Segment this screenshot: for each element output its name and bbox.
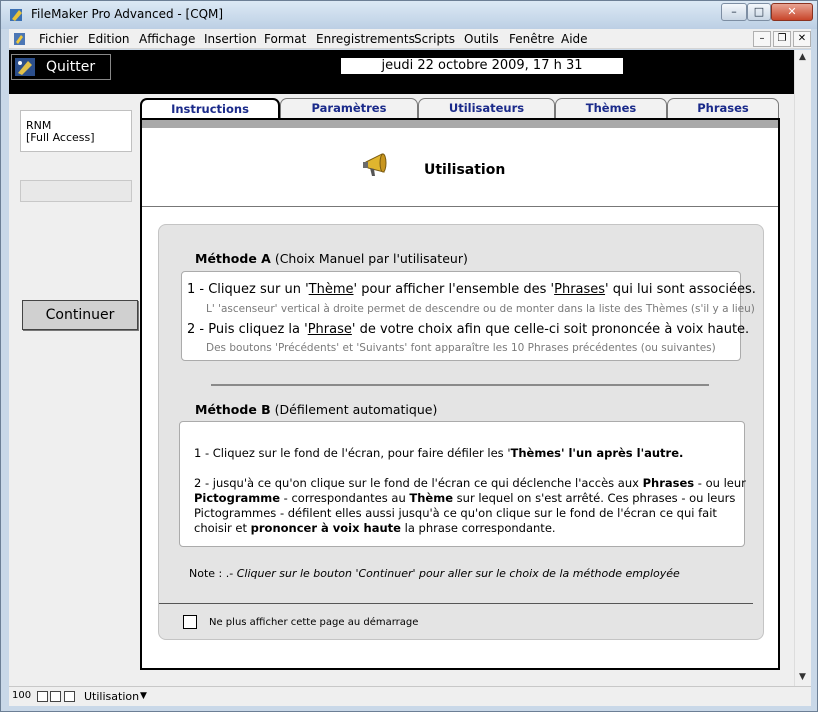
quit-label: Quitter — [46, 59, 96, 75]
menu-affichage[interactable]: Affichage — [139, 32, 195, 46]
method-divider — [211, 384, 709, 386]
tab-utilisateurs[interactable]: Utilisateurs — [418, 98, 555, 118]
bottom-divider — [159, 603, 753, 604]
quit-button[interactable]: Quitter — [11, 54, 111, 80]
layout-content: Quitter jeudi 22 octobre 2009, 17 h 31 R… — [9, 50, 794, 686]
section-title: Utilisation — [424, 162, 506, 178]
method-a-step1: 1 - Cliquez sur un 'Thème' pour afficher… — [187, 282, 756, 297]
mdi-restore-button[interactable]: ❐ — [773, 31, 791, 47]
scroll-up-icon[interactable]: ▲ — [799, 52, 806, 62]
menu-outils[interactable]: Outils — [464, 32, 499, 46]
tab-instructions[interactable]: Instructions — [140, 98, 280, 120]
menu-fenetre[interactable]: Fenêtre — [509, 32, 554, 46]
method-b-step2-line1: 2 - jusqu'à ce qu'on clique sur le fond … — [194, 476, 746, 490]
menu-edition[interactable]: Edition — [88, 32, 130, 46]
window-title: FileMaker Pro Advanced - [CQM] — [31, 7, 224, 21]
menu-bar: Fichier Edition Affichage Insertion Form… — [9, 29, 811, 49]
continue-button[interactable]: Continuer — [22, 300, 138, 330]
tab-themes[interactable]: Thèmes — [555, 98, 667, 118]
megaphone-icon — [363, 153, 387, 176]
zoom-out-icon[interactable] — [37, 691, 48, 702]
method-b-step2-line2: Pictogramme - correspondantes au Thème s… — [194, 491, 736, 505]
toggle-status-area-icon[interactable] — [64, 691, 75, 702]
method-b-step2-line3: Pictogrammes - défilent elles aussi jusq… — [194, 506, 717, 520]
exit-icon — [15, 58, 35, 76]
menu-scripts[interactable]: Scripts — [414, 32, 455, 46]
dont-show-checkbox[interactable] — [183, 615, 197, 629]
window-maximize-button[interactable]: □ — [747, 3, 771, 21]
method-b-step2-line4: choisir et prononcer à voix haute la phr… — [194, 521, 556, 535]
scroll-down-icon[interactable]: ▼ — [799, 672, 806, 682]
status-bar: 100 Utilisation ▼ — [9, 686, 811, 706]
tab-parametres[interactable]: Paramètres — [280, 98, 418, 118]
method-a-step2-hint: Des boutons 'Précédents' et 'Suivants' f… — [206, 342, 716, 354]
instructions-panel: Utilisation Méthode A (Choix Manuel par … — [140, 118, 780, 670]
header-divider — [142, 206, 778, 207]
menu-enregistrements[interactable]: Enregistrements — [316, 32, 415, 46]
mdi-close-button[interactable]: ✕ — [793, 31, 811, 47]
title-bar[interactable]: FileMaker Pro Advanced - [CQM] – □ ✕ — [1, 1, 817, 29]
zoom-level[interactable]: 100 — [12, 690, 31, 701]
menu-format[interactable]: Format — [264, 32, 306, 46]
zoom-in-icon[interactable] — [50, 691, 61, 702]
menu-insertion[interactable]: Insertion — [204, 32, 257, 46]
window-minimize-button[interactable]: – — [721, 3, 747, 21]
methods-container: Méthode A (Choix Manuel par l'utilisateu… — [158, 224, 764, 640]
method-b-box: 1 - Cliquez sur le fond de l'écran, pour… — [179, 421, 746, 547]
app-window: FileMaker Pro Advanced - [CQM] – □ ✕ Fic… — [0, 0, 818, 712]
method-b-step1: 1 - Cliquez sur le fond de l'écran, pour… — [194, 446, 684, 460]
dont-show-label: Ne plus afficher cette page au démarrage — [209, 617, 419, 628]
menu-aide[interactable]: Aide — [561, 32, 588, 46]
panel-stripe — [142, 120, 778, 128]
datetime-display: jeudi 22 octobre 2009, 17 h 31 — [341, 58, 623, 74]
method-a-step2: 2 - Puis cliquez la 'Phrase' de votre ch… — [187, 322, 750, 337]
method-a-heading: Méthode A (Choix Manuel par l'utilisateu… — [195, 251, 468, 266]
vertical-scrollbar[interactable]: ▲ ▼ — [794, 50, 811, 686]
filemaker-app-icon — [10, 9, 22, 21]
note-text: Note : .- Cliquer sur le bouton 'Continu… — [189, 567, 680, 580]
tab-phrases[interactable]: Phrases — [667, 98, 779, 118]
document-icon[interactable] — [13, 32, 27, 46]
menu-fichier[interactable]: Fichier — [39, 32, 78, 46]
method-a-step1-hint: L' 'ascenseur' vertical à droite permet … — [206, 303, 755, 315]
chevron-down-icon[interactable]: ▼ — [140, 691, 147, 701]
mode-selector[interactable]: Utilisation — [84, 690, 139, 703]
method-b-heading: Méthode B (Défilement automatique) — [195, 402, 438, 417]
empty-field — [20, 180, 132, 202]
user-info: RNM [Full Access] — [20, 110, 132, 152]
header-band: Quitter jeudi 22 octobre 2009, 17 h 31 — [9, 50, 794, 94]
window-close-button[interactable]: ✕ — [771, 3, 813, 21]
method-a-box: 1 - Cliquez sur un 'Thème' pour afficher… — [181, 271, 756, 361]
mdi-minimize-button[interactable]: – — [753, 31, 771, 47]
user-privilege: [Full Access] — [26, 131, 95, 144]
